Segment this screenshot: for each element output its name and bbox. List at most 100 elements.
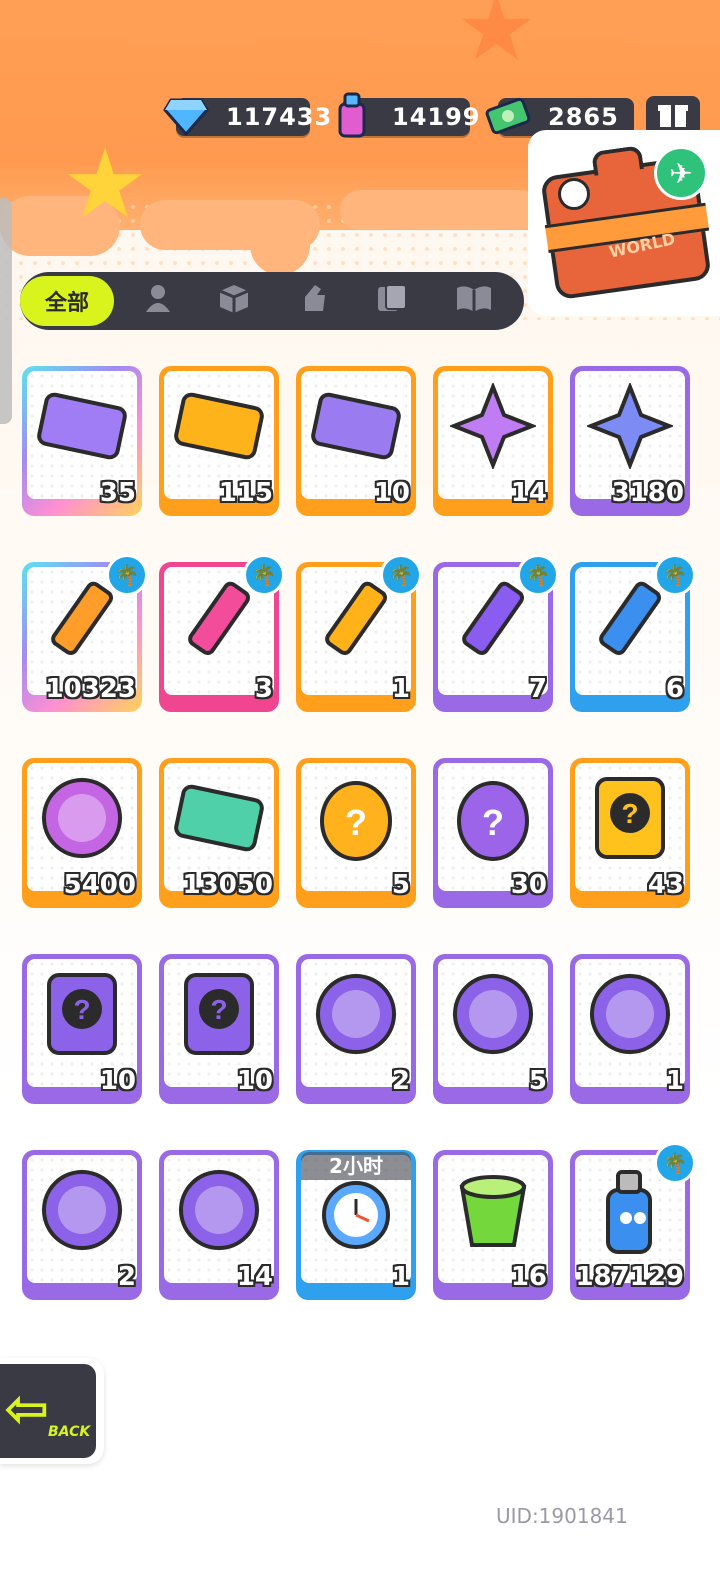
timer-label: 2小时 xyxy=(301,1152,411,1180)
palm-tree-badge-icon: 🌴 xyxy=(517,554,559,596)
item-count: 14 xyxy=(236,1262,273,1292)
purple-mystery-egg-icon: ? xyxy=(447,772,539,864)
item-count: 30 xyxy=(510,870,547,900)
tab-all-label: 全部 xyxy=(44,291,89,316)
gift-box-icon xyxy=(657,99,689,133)
paint-value: 14199 xyxy=(392,103,481,131)
item-card-mpet-jelly[interactable]: 2 xyxy=(22,1150,142,1300)
item-card-cool-sticker[interactable]: 5400 xyxy=(22,758,142,908)
tab-emotes[interactable] xyxy=(286,276,342,326)
gold-mystery-egg-icon: ? xyxy=(310,772,402,864)
box-icon xyxy=(218,283,250,320)
item-card-rainbow-star[interactable]: 14 xyxy=(433,366,553,516)
mpet-bat-icon xyxy=(310,968,402,1060)
palm-tree-badge-icon: 🌴 xyxy=(380,554,422,596)
item-count: 16 xyxy=(510,1262,547,1292)
cool-sticker-icon xyxy=(36,772,128,864)
violet-ticket-icon xyxy=(310,380,402,472)
item-card-mpet-sprout[interactable]: 14 xyxy=(159,1150,279,1300)
item-count: 10 xyxy=(236,1066,273,1096)
spray-can-icon xyxy=(326,90,378,142)
gems-value: 117433 xyxy=(226,103,333,131)
airplane-icon: ✈ xyxy=(654,146,708,200)
back-label: BACK xyxy=(48,1424,91,1440)
svg-text:?: ? xyxy=(621,798,638,829)
item-card-rainbow-crayon[interactable]: 🌴 10323 xyxy=(22,554,148,712)
cash-icon xyxy=(482,90,534,142)
item-count: 7 xyxy=(528,674,547,704)
item-count: 2 xyxy=(391,1066,410,1096)
item-count: 5400 xyxy=(63,870,136,900)
mpet-jelly-icon xyxy=(36,1164,128,1256)
item-card-mpet-piranha[interactable]: 1 xyxy=(570,954,690,1104)
rainbow-star-icon xyxy=(447,380,539,472)
item-count: 43 xyxy=(647,870,684,900)
season-ticket-icon xyxy=(173,772,265,864)
back-button[interactable]: ⇦ BACK xyxy=(0,1358,104,1464)
item-card-purple-ticket[interactable]: 35 xyxy=(22,366,142,516)
green-jelly-cup-icon xyxy=(447,1164,539,1256)
tab-collection[interactable] xyxy=(444,276,504,326)
item-count: 5 xyxy=(528,1066,547,1096)
star-decoration: ★ xyxy=(62,128,149,240)
mpet-sprout-icon xyxy=(173,1164,265,1256)
svg-text:?: ? xyxy=(73,994,90,1025)
item-card-green-jelly-cup[interactable]: 16 xyxy=(433,1150,553,1300)
tab-items[interactable] xyxy=(206,276,262,326)
item-card-mpet-bat[interactable]: 2 xyxy=(296,954,416,1104)
item-card-blue-crayon[interactable]: 🌴 6 xyxy=(570,554,696,712)
item-card-alarm-clock[interactable]: 2小时 1 xyxy=(296,1150,416,1300)
item-card-purple-deity-card[interactable]: ? 10 xyxy=(22,954,142,1104)
back-arrow-icon: ⇦ xyxy=(4,1377,50,1440)
diamond-icon xyxy=(160,90,212,142)
palm-tree-badge-icon: 🌴 xyxy=(654,554,696,596)
item-card-purple-mystery-egg[interactable]: ? 30 xyxy=(433,758,553,908)
item-count: 35 xyxy=(99,478,136,508)
world-button[interactable]: WORLD ✈ xyxy=(528,130,720,316)
book-icon xyxy=(455,284,493,319)
item-card-paint-spray[interactable]: 🌴 187129 xyxy=(570,1142,696,1300)
star-decoration: ★ xyxy=(456,0,537,81)
item-count: 1 xyxy=(665,1066,684,1096)
palm-tree-badge-icon: 🌴 xyxy=(106,554,148,596)
person-icon xyxy=(145,284,171,319)
item-card-travel-card[interactable]: ? 10 xyxy=(159,954,279,1104)
item-card-gold-ticket[interactable]: 115 xyxy=(159,366,279,516)
purple-deity-card-icon: ? xyxy=(36,968,128,1060)
item-count: 3 xyxy=(254,674,273,704)
paint-counter[interactable]: 14199 xyxy=(338,92,480,138)
item-count: 187129 xyxy=(575,1262,684,1292)
hand-icon xyxy=(301,283,327,320)
gems-counter[interactable]: 117433 xyxy=(163,98,331,136)
item-count: 1 xyxy=(391,1262,410,1292)
item-count: 5 xyxy=(391,870,410,900)
item-card-purple-crayon[interactable]: 🌴 7 xyxy=(433,554,559,712)
tab-characters[interactable] xyxy=(130,276,186,326)
item-count: 1 xyxy=(391,674,410,704)
side-drawer-handle[interactable] xyxy=(0,198,12,424)
item-card-yellow-crayon[interactable]: 🌴 1 xyxy=(296,554,422,712)
item-card-season-ticket[interactable]: 13050 xyxy=(159,758,279,908)
paint-drip xyxy=(340,190,540,230)
blue-star-icon xyxy=(584,380,676,472)
cards-icon xyxy=(376,283,408,320)
item-count: 10323 xyxy=(45,674,136,704)
item-count: 115 xyxy=(218,478,273,508)
svg-text:?: ? xyxy=(482,802,504,843)
item-card-blue-star[interactable]: 3180 xyxy=(570,366,690,516)
item-count: 10 xyxy=(99,1066,136,1096)
tab-cards[interactable] xyxy=(364,276,420,326)
tab-all[interactable]: 全部 xyxy=(20,276,114,326)
uid-label: UID:1901841 xyxy=(496,1504,628,1528)
item-card-violet-ticket[interactable]: 10 xyxy=(296,366,416,516)
palm-tree-badge-icon: 🌴 xyxy=(654,1142,696,1184)
palm-tree-badge-icon: 🌴 xyxy=(243,554,285,596)
travel-card-icon: ? xyxy=(173,968,265,1060)
item-card-mpet-fish[interactable]: 5 xyxy=(433,954,553,1104)
item-card-pink-crayon[interactable]: 🌴 3 xyxy=(159,554,285,712)
gold-deity-card-icon: ? xyxy=(584,772,676,864)
category-tab-bar: 全部 xyxy=(20,272,524,330)
item-card-gold-deity-card[interactable]: ? 43 xyxy=(570,758,690,908)
map-pin-icon xyxy=(558,178,590,210)
item-card-gold-mystery-egg[interactable]: ? 5 xyxy=(296,758,416,908)
